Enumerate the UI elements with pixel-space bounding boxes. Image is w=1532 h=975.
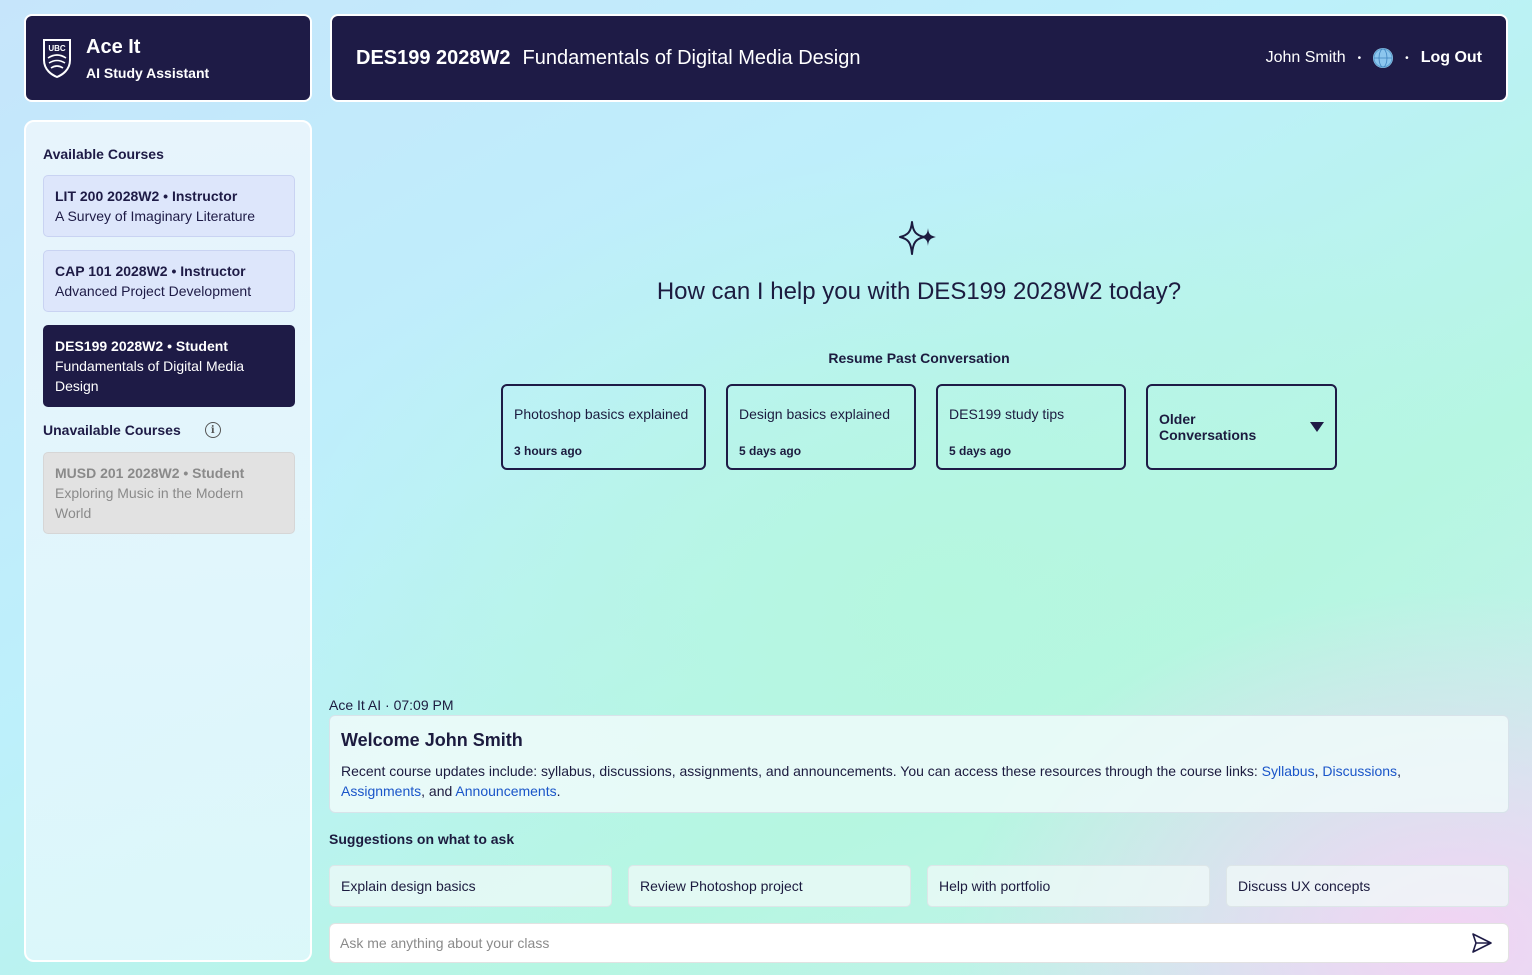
triangle-down-icon xyxy=(1310,422,1324,432)
greeting-heading: How can I help you with DES199 2028W2 to… xyxy=(656,278,1182,305)
course-header: DES199 2028W2 Fundamentals of Digital Me… xyxy=(330,14,1508,102)
discussions-link[interactable]: Discussions xyxy=(1322,763,1397,779)
and-separator: , and xyxy=(421,783,456,799)
conversation-card[interactable]: Design basics explained 5 days ago xyxy=(726,384,916,470)
course-card-des199-active[interactable]: DES199 2028W2 • Student Fundamentals of … xyxy=(43,325,295,407)
resume-conversation-title: Resume Past Conversation xyxy=(828,350,1010,366)
conversation-card[interactable]: DES199 study tips 5 days ago xyxy=(936,384,1126,470)
suggestion-chip[interactable]: Explain design basics xyxy=(329,865,612,907)
syllabus-link[interactable]: Syllabus xyxy=(1262,763,1315,779)
course-card-title: Fundamentals of Digital Media Design xyxy=(55,358,245,394)
conversation-card[interactable]: Photoshop basics explained 3 hours ago xyxy=(501,384,706,470)
chat-input[interactable] xyxy=(340,935,1470,951)
course-sidebar: Available Courses LIT 200 2028W2 • Instr… xyxy=(24,120,312,962)
sparkle-icon xyxy=(899,221,936,255)
send-icon[interactable] xyxy=(1470,931,1494,955)
ubc-crest-icon: UBC xyxy=(43,39,71,78)
comma: , xyxy=(1397,763,1401,779)
conversation-title: Photoshop basics explained xyxy=(514,406,689,422)
app-name: Ace It xyxy=(86,36,141,58)
announcements-link[interactable]: Announcements xyxy=(455,783,556,799)
header-course-code: DES199 2028W2 xyxy=(356,46,511,69)
conversation-time: 5 days ago xyxy=(739,444,802,458)
older-conversations-label: Older Conversations xyxy=(1159,411,1257,443)
course-card-head: CAP 101 2028W2 • Instructor xyxy=(55,263,246,279)
unavailable-courses-heading-row: Unavailable Courses i xyxy=(43,422,293,438)
available-courses-heading: Available Courses xyxy=(43,146,164,162)
conversation-time: 5 days ago xyxy=(949,444,1012,458)
info-icon[interactable]: i xyxy=(204,422,221,438)
suggestion-chip[interactable]: Review Photoshop project xyxy=(628,865,911,907)
course-card-head: DES199 2028W2 • Student xyxy=(55,338,228,354)
course-card-title: Exploring Music in the Modern World xyxy=(55,485,244,521)
older-conversations-dropdown[interactable]: Older Conversations xyxy=(1146,384,1337,470)
course-card-head: MUSD 201 2028W2 • Student xyxy=(55,465,245,481)
message-title: Welcome John Smith xyxy=(341,730,523,750)
message-meta: Ace It AI · 07:09 PM xyxy=(329,697,454,713)
suggestions-title: Suggestions on what to ask xyxy=(329,831,515,847)
course-card-title: A Survey of Imaginary Literature xyxy=(55,208,255,224)
user-name: John Smith xyxy=(1265,49,1346,66)
globe-icon[interactable] xyxy=(1373,48,1394,68)
header-course-title: Fundamentals of Digital Media Design xyxy=(522,46,861,69)
suggestion-chip[interactable]: Help with portfolio xyxy=(927,865,1210,907)
message-body: Recent course updates include: syllabus,… xyxy=(341,761,1497,801)
suggestion-chip[interactable]: Discuss UX concepts xyxy=(1226,865,1509,907)
assignments-link[interactable]: Assignments xyxy=(341,783,421,799)
assistant-message: Welcome John Smith Recent course updates… xyxy=(329,715,1509,813)
unavailable-courses-heading: Unavailable Courses xyxy=(43,422,181,438)
conversation-time: 3 hours ago xyxy=(514,444,583,458)
course-card-lit200[interactable]: LIT 200 2028W2 • Instructor A Survey of … xyxy=(43,175,295,237)
course-card-title: Advanced Project Development xyxy=(55,283,252,299)
conversation-title: DES199 study tips xyxy=(949,406,1065,422)
crest-text: UBC xyxy=(48,44,66,53)
course-card-head: LIT 200 2028W2 • Instructor xyxy=(55,188,238,204)
course-card-musd201-unavailable: MUSD 201 2028W2 • Student Exploring Musi… xyxy=(43,452,295,534)
logout-button[interactable]: Log Out xyxy=(1421,49,1482,67)
app-subtitle: AI Study Assistant xyxy=(86,65,210,81)
chat-input-bar xyxy=(329,923,1509,963)
conversation-title: Design basics explained xyxy=(739,406,890,422)
message-text: Recent course updates include: syllabus,… xyxy=(341,763,1262,779)
separator-dot: • xyxy=(1357,52,1362,64)
brand-panel: UBC Ace It AI Study Assistant xyxy=(24,14,312,102)
separator-dot: • xyxy=(1405,52,1409,64)
period: . xyxy=(556,783,561,799)
course-card-cap101[interactable]: CAP 101 2028W2 • Instructor Advanced Pro… xyxy=(43,250,295,312)
